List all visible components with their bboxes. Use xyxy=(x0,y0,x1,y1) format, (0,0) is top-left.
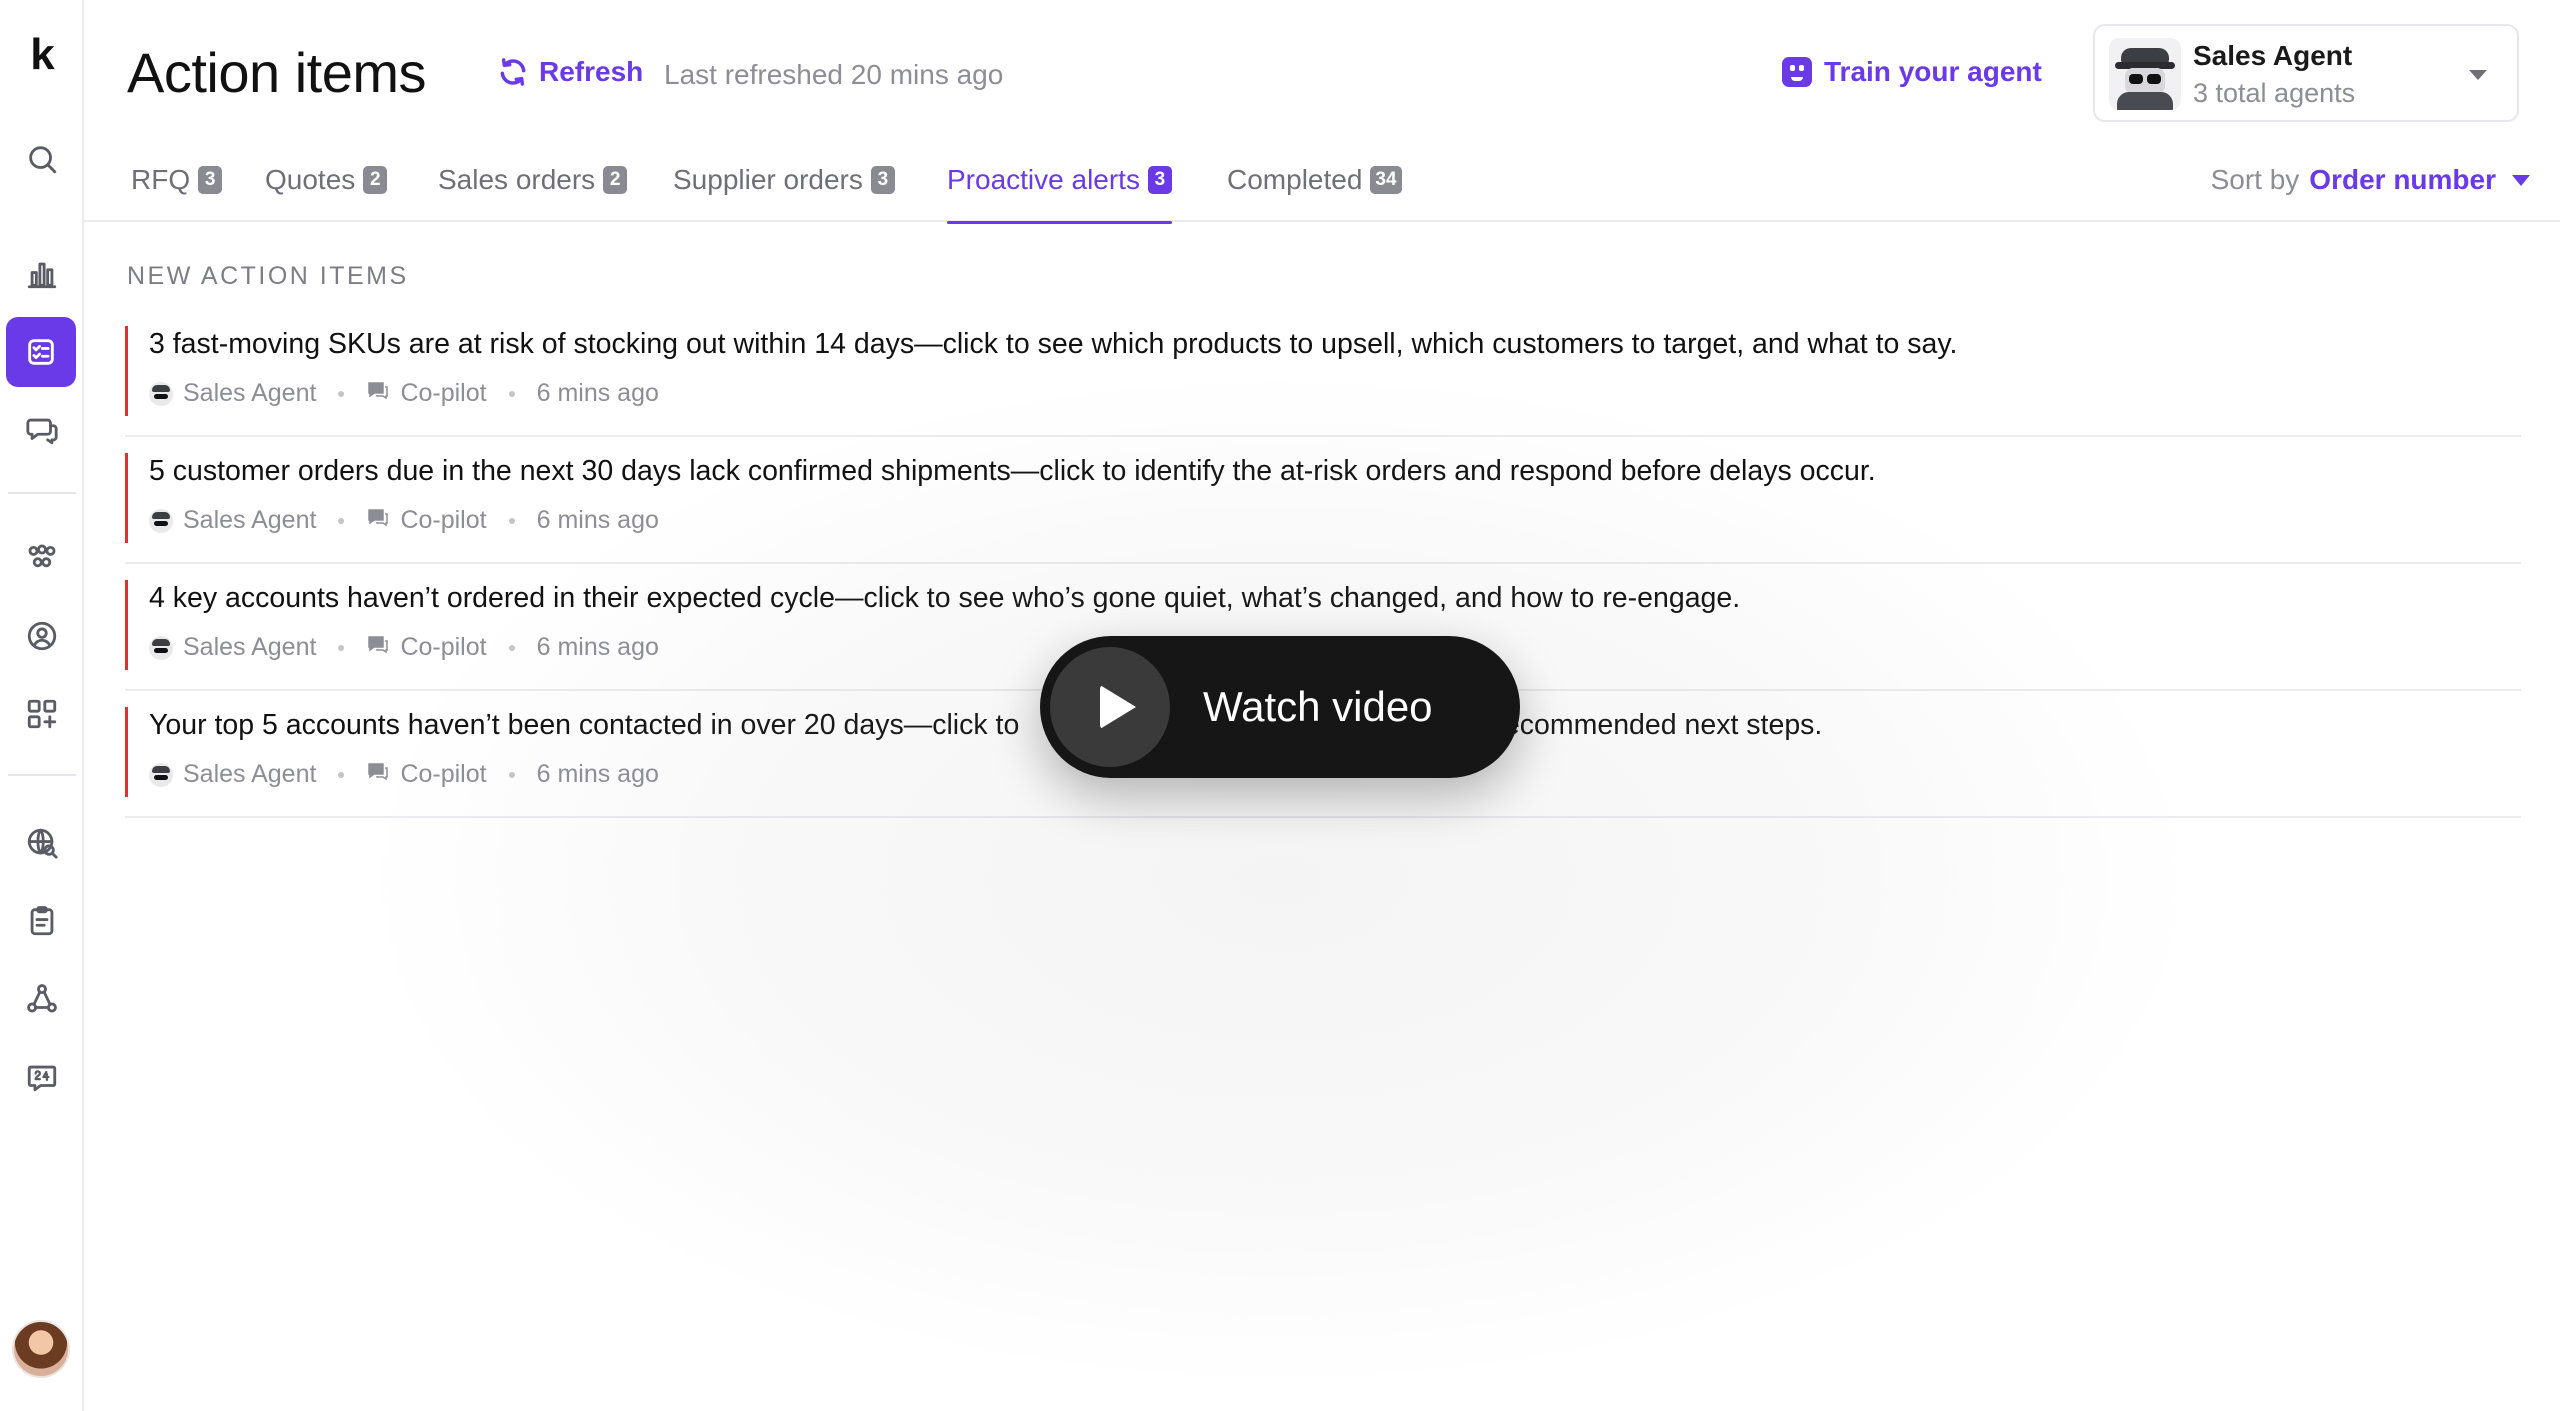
tab-count-badge: 2 xyxy=(363,166,388,194)
tab-label: Sales orders xyxy=(438,164,596,195)
caret-down-icon xyxy=(2512,174,2530,186)
tab-label: Completed xyxy=(1227,164,1363,195)
timestamp: 6 mins ago xyxy=(536,633,659,661)
app-window: k Action items Refresh Last refreshed 20… xyxy=(0,0,2560,1411)
chevron-down-icon xyxy=(2469,70,2487,80)
spy-agent-icon xyxy=(149,635,173,660)
action-item-meta: Sales Agent Co-pilot 6 mins ago xyxy=(149,759,659,790)
alert-indicator-bar xyxy=(125,707,128,797)
separator-dot xyxy=(338,644,345,651)
action-item-meta: Sales Agent Co-pilot 6 mins ago xyxy=(149,378,659,409)
action-item-title: 3 fast-moving SKUs are at risk of stocki… xyxy=(149,328,1958,360)
agent-selector[interactable]: Sales Agent 3 total agents xyxy=(2093,24,2519,122)
search-icon[interactable] xyxy=(14,131,70,187)
train-agent-button[interactable]: Train your agent xyxy=(1782,56,2042,88)
team-icon[interactable] xyxy=(14,530,70,586)
separator-dot xyxy=(338,771,345,778)
action-item[interactable]: 5 customer orders due in the next 30 day… xyxy=(125,437,2521,564)
spy-agent-icon xyxy=(149,381,173,406)
tab-sales-orders[interactable]: Sales orders 2 xyxy=(438,164,628,222)
robot-face-icon xyxy=(1782,57,1812,87)
agent-count: 3 total agents xyxy=(2193,78,2356,108)
apps-add-icon[interactable] xyxy=(14,686,70,742)
user-avatar[interactable] xyxy=(12,1320,70,1378)
tab-label: Quotes xyxy=(265,164,356,195)
sidebar-divider xyxy=(8,492,76,494)
separator-dot xyxy=(508,517,515,524)
separator-dot xyxy=(508,644,515,651)
source-label: Co-pilot xyxy=(400,760,487,788)
sidebar-divider xyxy=(8,774,76,776)
tab-supplier-orders[interactable]: Supplier orders 3 xyxy=(673,164,895,222)
app-logo[interactable]: k xyxy=(0,30,84,80)
tab-label: RFQ xyxy=(131,164,191,195)
tab-bar: RFQ 3 Quotes 2 Sales orders 2 Supplier o… xyxy=(84,140,2560,224)
tab-count-badge: 3 xyxy=(870,166,895,194)
network-icon[interactable] xyxy=(14,971,70,1027)
source-label: Co-pilot xyxy=(400,379,487,407)
copilot-chat-icon xyxy=(366,505,390,536)
tab-count-badge: 34 xyxy=(1370,166,1402,194)
watch-video-label: Watch video xyxy=(1203,683,1433,730)
separator-dot xyxy=(338,517,345,524)
spy-agent-icon xyxy=(149,508,173,533)
copilot-chat-icon xyxy=(366,632,390,663)
tab-label: Supplier orders xyxy=(673,164,863,195)
section-heading: NEW ACTION ITEMS xyxy=(127,262,409,290)
tab-count-badge: 3 xyxy=(1147,166,1172,194)
tab-count-badge: 2 xyxy=(603,166,628,194)
globe-search-icon[interactable] xyxy=(14,815,70,871)
spy-agent-icon xyxy=(2109,38,2181,110)
page-title: Action items xyxy=(127,41,427,104)
user-badge-icon[interactable] xyxy=(14,608,70,664)
play-icon xyxy=(1050,647,1170,767)
train-agent-label: Train your agent xyxy=(1824,56,2042,87)
bar-chart-icon[interactable] xyxy=(14,246,70,302)
action-item-meta: Sales Agent Co-pilot 6 mins ago xyxy=(149,632,659,663)
tab-quotes[interactable]: Quotes 2 xyxy=(265,164,388,222)
sort-label: Sort by xyxy=(2210,164,2300,195)
sort-value: Order number xyxy=(2309,164,2496,195)
timestamp: 6 mins ago xyxy=(536,379,659,407)
timestamp: 6 mins ago xyxy=(536,760,659,788)
agent-name: Sales Agent xyxy=(183,760,317,788)
last-refreshed-text: Last refreshed 20 mins ago xyxy=(664,59,1004,90)
source-label: Co-pilot xyxy=(400,506,487,534)
copilot-chat-icon xyxy=(366,378,390,409)
agent-name: Sales Agent xyxy=(183,379,317,407)
agent-name: Sales Agent xyxy=(2193,40,2353,71)
tab-label: Proactive alerts xyxy=(947,164,1140,195)
action-item-meta: Sales Agent Co-pilot 6 mins ago xyxy=(149,505,659,536)
refresh-icon xyxy=(500,58,526,86)
tab-count-badge: 3 xyxy=(198,166,223,194)
tab-rfq[interactable]: RFQ 3 xyxy=(131,164,223,222)
refresh-button[interactable]: Refresh xyxy=(497,56,643,88)
alert-indicator-bar xyxy=(125,453,128,543)
spy-agent-icon xyxy=(149,762,173,787)
separator-dot xyxy=(338,390,345,397)
watch-video-button[interactable]: Watch video xyxy=(1040,636,1520,778)
clipboard-icon[interactable] xyxy=(14,893,70,949)
action-item-title: 5 customer orders due in the next 30 day… xyxy=(149,455,1876,487)
sort-dropdown[interactable]: Sort by Order number xyxy=(2211,164,2530,196)
copilot-chat-icon xyxy=(366,759,390,790)
separator-dot xyxy=(508,771,515,778)
chat-bubbles-icon[interactable] xyxy=(14,402,70,458)
tab-completed[interactable]: Completed 34 xyxy=(1227,164,1402,222)
source-label: Co-pilot xyxy=(400,633,487,661)
action-item-title: Your top 5 accounts haven’t been contact… xyxy=(149,709,1823,741)
support-24-icon[interactable] xyxy=(14,1049,70,1105)
timestamp: 6 mins ago xyxy=(536,506,659,534)
agent-name: Sales Agent xyxy=(183,506,317,534)
agent-name: Sales Agent xyxy=(183,633,317,661)
action-item-title: 4 key accounts haven’t ordered in their … xyxy=(149,582,1741,614)
checklist-icon[interactable] xyxy=(6,317,76,387)
tab-proactive-alerts[interactable]: Proactive alerts 3 xyxy=(947,164,1172,224)
sidebar: k xyxy=(0,0,84,1411)
alert-indicator-bar xyxy=(125,326,128,416)
separator-dot xyxy=(508,390,515,397)
refresh-label: Refresh xyxy=(539,56,644,87)
action-item[interactable]: 3 fast-moving SKUs are at risk of stocki… xyxy=(125,310,2521,437)
alert-indicator-bar xyxy=(125,580,128,670)
